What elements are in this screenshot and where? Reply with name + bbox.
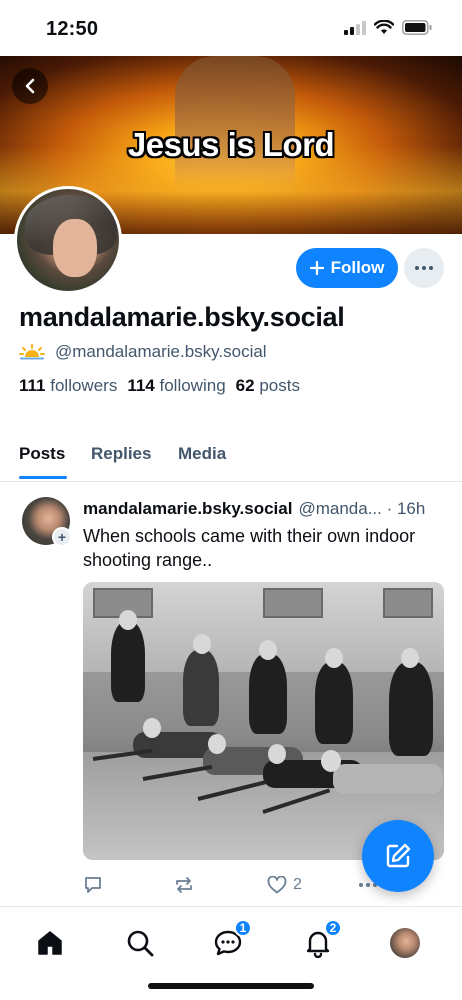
reply-button[interactable] [83, 875, 103, 895]
heart-icon [267, 876, 287, 894]
battery-icon [402, 20, 432, 35]
profile-avatar[interactable] [14, 186, 122, 294]
active-tab-indicator [19, 476, 67, 479]
handle: @mandalamarie.bsky.social [55, 342, 267, 361]
more-options-button[interactable] [404, 248, 444, 288]
home-indicator [148, 983, 314, 989]
followers-stat[interactable]: 111 followers [19, 376, 117, 396]
nav-home[interactable] [32, 925, 68, 961]
post-image[interactable] [83, 582, 444, 860]
display-name: mandalamarie.bsky.social [19, 302, 345, 332]
tab-media[interactable]: Media [178, 444, 226, 464]
follow-button[interactable]: Follow [296, 248, 398, 288]
post-text: When schools came with their own indoor … [83, 526, 416, 570]
tab-posts[interactable]: Posts [19, 444, 65, 464]
compose-icon [386, 843, 411, 868]
notifications-badge: 2 [324, 919, 342, 937]
status-time: 12:50 [46, 18, 99, 40]
post-header: mandalamarie.bsky.social @manda... · 16h [83, 499, 445, 519]
nav-notifications[interactable]: 2 [300, 919, 342, 961]
chevron-left-icon [25, 78, 35, 94]
status-icons [344, 20, 432, 35]
post-actions: 2 [83, 871, 383, 899]
post-author[interactable]: mandalamarie.bsky.social [83, 499, 292, 519]
like-button[interactable]: 2 [267, 876, 302, 894]
nav-profile[interactable] [387, 925, 423, 961]
tab-replies[interactable]: Replies [91, 444, 151, 464]
cellular-signal-icon [344, 20, 366, 35]
sunrise-icon [19, 344, 45, 360]
profile-tabs: Posts Replies Media [0, 436, 462, 482]
profile-avatar-small [390, 928, 420, 958]
banner-text: Jesus is Lord [127, 126, 335, 163]
following-stat[interactable]: 114 following [127, 376, 225, 396]
profile-stats: 111 followers 114 following 62 posts [19, 376, 300, 396]
nav-search[interactable] [122, 925, 158, 961]
post-meta: @manda... · 16h [298, 499, 426, 518]
search-icon [127, 930, 154, 957]
posts-stat: 62 posts [235, 376, 300, 395]
follow-plus-icon[interactable]: + [52, 527, 72, 547]
plus-icon [309, 261, 324, 275]
nav-chat[interactable]: 1 [210, 919, 252, 961]
repost-button[interactable] [173, 875, 195, 895]
wifi-icon [374, 20, 394, 34]
follow-label: Follow [330, 258, 385, 277]
handle-row: @mandalamarie.bsky.social [19, 342, 267, 362]
ellipsis-icon [415, 266, 433, 270]
chat-badge: 1 [234, 919, 252, 937]
back-button[interactable] [12, 68, 48, 104]
reply-icon [85, 877, 101, 893]
like-count: 2 [293, 876, 302, 893]
status-bar: 12:50 [0, 0, 462, 56]
home-icon [38, 931, 62, 955]
repost-icon [176, 877, 192, 893]
compose-post-button[interactable] [362, 820, 434, 892]
